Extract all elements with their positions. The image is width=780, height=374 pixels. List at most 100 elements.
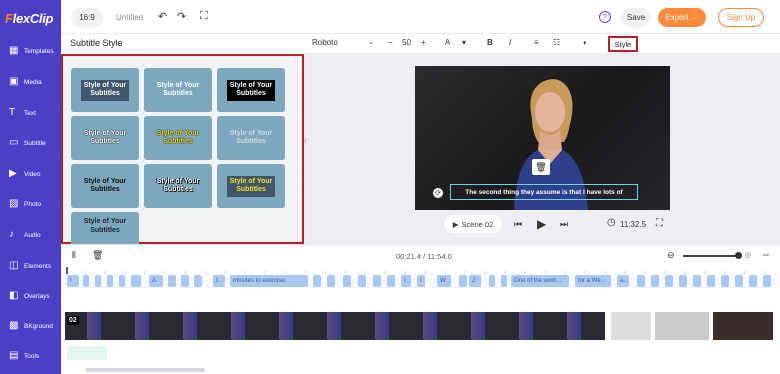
subtitle-style-tile[interactable]: Style of Your Subtitles	[217, 116, 285, 160]
subtitle-chip[interactable]: a...	[617, 275, 629, 287]
text-color-icon[interactable]: A	[445, 38, 450, 47]
subtitle-chip[interactable]	[707, 275, 715, 287]
sign-up-button[interactable]: Sign Up	[718, 8, 764, 27]
redo-icon[interactable]: ↷	[177, 10, 186, 23]
spacing-icon[interactable]: ☷	[553, 38, 560, 47]
subtitle-chip[interactable]	[679, 275, 687, 287]
subtitle-chip[interactable]: minutes to exercise.	[230, 275, 308, 287]
subtitle-chip[interactable]	[763, 275, 771, 287]
fullscreen-preview-icon[interactable]: ⛶	[656, 218, 663, 229]
play-icon[interactable]: ▶	[537, 217, 546, 231]
subtitle-chip[interactable]: I	[67, 275, 79, 287]
subtitle-chip[interactable]	[749, 275, 757, 287]
video-clip[interactable]	[713, 312, 773, 340]
split-icon[interactable]: ⫴	[72, 250, 76, 261]
subtitle-chip[interactable]	[95, 275, 101, 287]
subtitle-chip[interactable]	[358, 275, 366, 287]
subtitle-style-tile[interactable]: Style of Your Subtitles	[71, 212, 139, 244]
subtitle-chip[interactable]: A	[149, 275, 163, 287]
subtitle-style-tile[interactable]: Style of Your Subtitles	[71, 68, 139, 112]
font-size-minus[interactable]: −	[388, 38, 393, 47]
subtitle-text-box[interactable]: The second thing they assume is that I h…	[450, 184, 638, 200]
subtitle-chip[interactable]	[387, 275, 395, 287]
subtitle-chip[interactable]	[693, 275, 701, 287]
rotate-icon[interactable]: ⟳	[433, 188, 443, 198]
subtitle-chip[interactable]	[107, 275, 113, 287]
subtitle-chip[interactable]	[721, 275, 729, 287]
subtitle-chip[interactable]: W	[437, 275, 451, 287]
subtitle-style-tile[interactable]: Style of Your Subtitles	[71, 164, 139, 208]
previous-icon[interactable]: ⏮	[514, 219, 522, 230]
zoom-out-icon[interactable]: ⊖	[667, 250, 675, 261]
subtitle-chip[interactable]: I	[417, 275, 425, 287]
subtitle-style-tile[interactable]: Style of Your Subtitles	[217, 164, 285, 208]
undo-icon[interactable]: ↶	[158, 10, 167, 23]
subtitle-style-tile[interactable]: Style of Your Subtitles	[144, 116, 212, 160]
font-size-plus[interactable]: +	[421, 38, 426, 47]
zoom-slider[interactable]	[683, 255, 739, 257]
subtitle-chip[interactable]	[637, 275, 645, 287]
sidebar-item-photo[interactable]: ▨ Photo	[0, 198, 61, 226]
export-button[interactable]: Export →	[658, 8, 706, 27]
highlight-color-icon[interactable]: ▾	[462, 38, 466, 47]
subtitle-chip[interactable]: for a We...	[575, 275, 611, 287]
sidebar-item-overlays[interactable]: ◧ Overlays	[0, 290, 61, 318]
sidebar-item-background[interactable]: ▩ BKground	[0, 320, 61, 348]
sidebar-item-templates[interactable]: ▦ Templates	[0, 45, 61, 73]
next-icon[interactable]: ⏭	[560, 219, 568, 230]
subtitle-chip[interactable]: J	[469, 275, 481, 287]
flexclip-logo[interactable]: FlexClip	[5, 11, 53, 26]
subtitle-chip[interactable]	[327, 275, 335, 287]
zoom-in-icon[interactable]: ⊕	[744, 250, 752, 261]
delete-icon[interactable]: 🗑	[532, 159, 550, 175]
subtitle-chip[interactable]	[501, 275, 507, 287]
video-clip[interactable]	[611, 312, 651, 340]
video-clip[interactable]	[655, 312, 709, 340]
sidebar-item-subtitle[interactable]: ▭ Subtitle	[0, 137, 61, 165]
subtitle-chip[interactable]	[194, 275, 202, 287]
scene-selector[interactable]: ▶ Scene 02	[444, 215, 502, 233]
subtitle-style-tile[interactable]: Style of Your Subtitles	[217, 68, 285, 112]
video-clip[interactable]: 02	[65, 312, 605, 340]
align-icon[interactable]: ≡	[534, 38, 539, 47]
subtitle-style-tile[interactable]: Style of Your Subtitles	[71, 116, 139, 160]
opacity-icon[interactable]: ◐	[583, 38, 588, 47]
subtitle-chip[interactable]	[343, 275, 351, 287]
subtitle-chip[interactable]	[489, 275, 495, 287]
subtitle-style-tile[interactable]: Style of Your Subtitles	[144, 68, 212, 112]
sidebar-item-elements[interactable]: ◫ Elements	[0, 260, 61, 288]
sidebar-item-text[interactable]: T Text	[0, 107, 61, 135]
subtitle-chip[interactable]	[131, 275, 141, 287]
subtitle-chip[interactable]	[313, 275, 321, 287]
subtitle-chip[interactable]	[168, 275, 176, 287]
help-icon[interactable]: ?	[599, 11, 611, 23]
timeline-scrollbar[interactable]	[85, 368, 205, 372]
bold-icon[interactable]: B	[487, 38, 493, 47]
aspect-ratio-button[interactable]: 16:9	[71, 8, 103, 27]
fullscreen-icon[interactable]: ⛶	[200, 10, 208, 23]
italic-icon[interactable]: I	[509, 38, 511, 47]
subtitle-chip[interactable]	[651, 275, 659, 287]
project-title[interactable]: Untitled	[116, 13, 143, 22]
subtitle-chip[interactable]	[119, 275, 125, 287]
subtitle-style-tile[interactable]: Style of Your Subtitles	[144, 164, 212, 208]
sidebar-item-video[interactable]: ▶ Video	[0, 168, 61, 196]
font-select[interactable]: Roboto ⌄	[312, 38, 374, 47]
style-button[interactable]: Style	[608, 36, 638, 52]
font-size-value[interactable]: 50	[402, 38, 411, 47]
sidebar-item-media[interactable]: ▣ Media	[0, 76, 61, 104]
fit-timeline-icon[interactable]: ⇔	[761, 249, 771, 260]
subtitle-chip[interactable]: I	[401, 275, 411, 287]
subtitle-chip[interactable]	[665, 275, 673, 287]
subtitle-chip[interactable]	[735, 275, 743, 287]
sidebar-item-audio[interactable]: ♪ Audio	[0, 229, 61, 257]
sidebar-item-tools[interactable]: ▤ Tools	[0, 350, 61, 374]
subtitle-chip[interactable]	[83, 275, 89, 287]
subtitle-chip[interactable]	[459, 275, 467, 287]
trash-icon[interactable]: 🗑	[92, 250, 103, 261]
subtitle-chip[interactable]	[181, 275, 189, 287]
subtitle-chip[interactable]: I	[213, 275, 225, 287]
collapse-panel-icon[interactable]: ‹	[304, 136, 307, 145]
audio-track-clip[interactable]	[67, 346, 107, 360]
save-button[interactable]: Save	[621, 8, 651, 27]
